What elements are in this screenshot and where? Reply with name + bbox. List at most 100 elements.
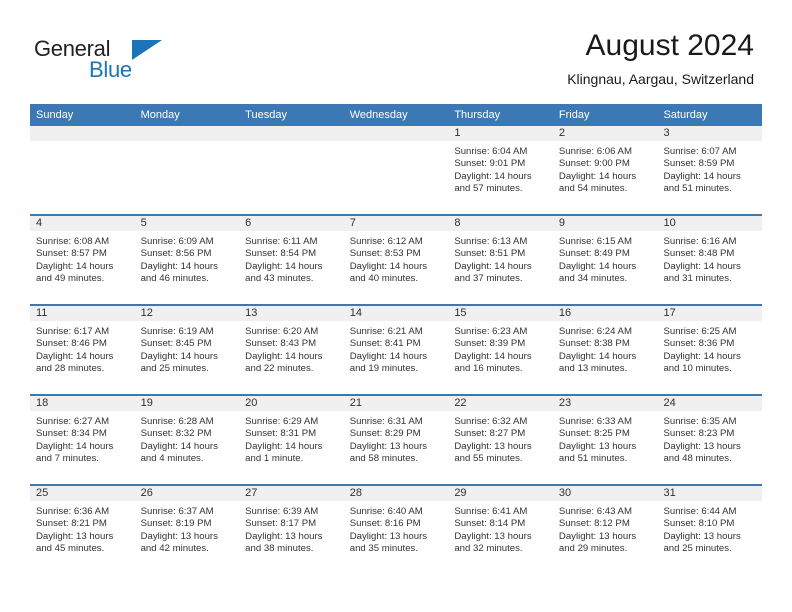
day-number-bar: 30 xyxy=(552,486,658,501)
day-number: 26 xyxy=(140,487,153,499)
daylight-text-cont: and 7 minutes. xyxy=(36,453,99,465)
calendar-day-cell[interactable]: 27 Sunrise: 6:39 AM Sunset: 8:17 PM Dayligh… xyxy=(239,486,344,574)
day-number-bar xyxy=(343,126,449,141)
daylight-text-cont: and 10 minutes. xyxy=(663,363,732,375)
calendar-day-cell[interactable]: 29 Sunrise: 6:41 AM Sunset: 8:14 PM Dayligh… xyxy=(448,486,553,574)
day-number-bar: 17 xyxy=(657,306,763,321)
sunset-text: Sunset: 8:27 PM xyxy=(454,428,526,440)
calendar-day-cell[interactable]: 19 Sunrise: 6:28 AM Sunset: 8:32 PM Dayligh… xyxy=(134,396,240,484)
sunset-text: Sunset: 8:39 PM xyxy=(454,338,526,350)
calendar-day-cell[interactable]: 28 Sunrise: 6:40 AM Sunset: 8:16 PM Dayligh… xyxy=(343,486,449,574)
daylight-text-cont: and 1 minute. xyxy=(245,453,304,465)
calendar-day-cell[interactable]: 10 Sunrise: 6:16 AM Sunset: 8:48 PM Dayligh… xyxy=(657,216,763,304)
sunrise-text: Sunrise: 6:11 AM xyxy=(245,236,318,247)
daylight-text: Daylight: 14 hours xyxy=(140,350,218,362)
sunset-text: Sunset: 8:12 PM xyxy=(558,518,630,530)
daylight-text: Daylight: 13 hours xyxy=(245,530,323,542)
calendar-day-cell[interactable]: 26 Sunrise: 6:37 AM Sunset: 8:19 PM Dayligh… xyxy=(134,486,240,574)
calendar-day-cell[interactable]: 30 Sunrise: 6:43 AM Sunset: 8:12 PM Dayligh… xyxy=(552,486,658,574)
calendar-day-cell[interactable]: 13 Sunrise: 6:20 AM Sunset: 8:43 PM Dayligh… xyxy=(239,306,344,394)
calendar-grid: Sunday Monday Tuesday Wednesday Thursday… xyxy=(30,104,763,574)
calendar-day-cell[interactable]: 2 Sunrise: 6:06 AM Sunset: 9:00 PM Daylight… xyxy=(552,126,658,214)
calendar-day-cell[interactable]: 25 Sunrise: 6:36 AM Sunset: 8:21 PM Dayligh… xyxy=(30,486,135,574)
day-details: Sunrise: 6:07 AM Sunset: 8:59 PM Daylight:… xyxy=(657,141,762,196)
sunrise-text: Sunrise: 6:06 AM xyxy=(558,146,632,157)
calendar-day-cell[interactable]: 11 Sunrise: 6:17 AM Sunset: 8:46 PM Dayligh… xyxy=(30,306,135,394)
weekday-header-tuesday: Tuesday xyxy=(245,109,287,121)
calendar-week-cells: 1 Sunrise: 6:04 AM Sunset: 9:01 PM Daylight… xyxy=(30,126,763,214)
day-details: Sunrise: 6:33 AM Sunset: 8:25 PM Daylight:… xyxy=(553,411,658,466)
day-number-bar: 20 xyxy=(239,396,344,411)
sunset-text: Sunset: 8:25 PM xyxy=(558,428,630,440)
daylight-text: Daylight: 14 hours xyxy=(245,440,323,452)
day-number-bar: 9 xyxy=(552,216,658,231)
day-number: 2 xyxy=(558,127,566,139)
daylight-text: Daylight: 13 hours xyxy=(558,440,637,452)
sunrise-text: Sunrise: 6:23 AM xyxy=(454,326,528,337)
daylight-text-cont: and 38 minutes. xyxy=(245,543,314,555)
calendar-day-cell-empty xyxy=(30,126,135,214)
sunrise-text: Sunrise: 6:40 AM xyxy=(349,506,423,517)
day-number-bar: 23 xyxy=(552,396,658,411)
sunset-text: Sunset: 8:45 PM xyxy=(140,338,212,350)
sunset-text: Sunset: 8:17 PM xyxy=(245,518,317,530)
calendar-day-cell[interactable]: 1 Sunrise: 6:04 AM Sunset: 9:01 PM Daylight… xyxy=(448,126,553,214)
daylight-text-cont: and 49 minutes. xyxy=(36,273,105,285)
day-details: Sunrise: 6:15 AM Sunset: 8:49 PM Daylight:… xyxy=(553,231,658,286)
daylight-text: Daylight: 14 hours xyxy=(36,350,114,362)
sunrise-text: Sunrise: 6:28 AM xyxy=(140,416,214,427)
daylight-text-cont: and 4 minutes. xyxy=(140,453,204,465)
day-number-bar: 14 xyxy=(343,306,449,321)
calendar-day-cell[interactable]: 24 Sunrise: 6:35 AM Sunset: 8:23 PM Dayligh… xyxy=(657,396,763,484)
day-number: 17 xyxy=(663,307,676,319)
calendar-day-cell[interactable]: 18 Sunrise: 6:27 AM Sunset: 8:34 PM Dayligh… xyxy=(30,396,135,484)
sunrise-text: Sunrise: 6:41 AM xyxy=(454,506,528,517)
daylight-text-cont: and 58 minutes. xyxy=(349,453,419,465)
day-number: 29 xyxy=(454,487,467,499)
calendar-day-cell[interactable]: 22 Sunrise: 6:32 AM Sunset: 8:27 PM Dayligh… xyxy=(448,396,553,484)
calendar-day-cell[interactable]: 5 Sunrise: 6:09 AM Sunset: 8:56 PM Daylight… xyxy=(134,216,240,304)
day-number-bar: 11 xyxy=(30,306,135,321)
sunrise-text: Sunrise: 6:43 AM xyxy=(558,506,632,517)
weekday-header-sunday: Sunday xyxy=(36,109,74,121)
calendar-day-cell[interactable]: 3 Sunrise: 6:07 AM Sunset: 8:59 PM Daylight… xyxy=(657,126,763,214)
daylight-text-cont: and 51 minutes. xyxy=(558,453,628,465)
calendar-day-cell[interactable]: 4 Sunrise: 6:08 AM Sunset: 8:57 PM Daylight… xyxy=(30,216,135,304)
day-details: Sunrise: 6:32 AM Sunset: 8:27 PM Daylight:… xyxy=(448,411,553,466)
sunrise-text: Sunrise: 6:44 AM xyxy=(663,506,737,517)
calendar-day-cell[interactable]: 20 Sunrise: 6:29 AM Sunset: 8:31 PM Dayligh… xyxy=(239,396,344,484)
sunset-text: Sunset: 9:01 PM xyxy=(454,158,526,170)
daylight-text-cont: and 31 minutes. xyxy=(663,273,732,285)
sunrise-text: Sunrise: 6:17 AM xyxy=(36,326,110,337)
day-number: 19 xyxy=(140,397,153,409)
day-number: 31 xyxy=(663,487,676,499)
day-number: 30 xyxy=(558,487,572,499)
calendar-day-cell[interactable]: 17 Sunrise: 6:25 AM Sunset: 8:36 PM Dayligh… xyxy=(657,306,763,394)
calendar-day-cell[interactable]: 8 Sunrise: 6:13 AM Sunset: 8:51 PM Daylight… xyxy=(448,216,553,304)
day-number: 13 xyxy=(245,307,258,319)
calendar-day-cell[interactable]: 21 Sunrise: 6:31 AM Sunset: 8:29 PM Dayligh… xyxy=(343,396,449,484)
day-details: Sunrise: 6:09 AM Sunset: 8:56 PM Daylight:… xyxy=(135,231,240,286)
calendar-day-cell[interactable]: 31 Sunrise: 6:44 AM Sunset: 8:10 PM Dayligh… xyxy=(657,486,763,574)
sunset-text: Sunset: 8:59 PM xyxy=(663,158,735,170)
daylight-text-cont: and 16 minutes. xyxy=(454,363,523,375)
calendar-day-cell[interactable]: 23 Sunrise: 6:33 AM Sunset: 8:25 PM Dayligh… xyxy=(552,396,658,484)
daylight-text-cont: and 35 minutes. xyxy=(349,543,419,555)
day-details: Sunrise: 6:21 AM Sunset: 8:41 PM Daylight:… xyxy=(344,321,449,376)
calendar-day-cell[interactable]: 14 Sunrise: 6:21 AM Sunset: 8:41 PM Dayligh… xyxy=(343,306,449,394)
calendar-day-cell[interactable]: 7 Sunrise: 6:12 AM Sunset: 8:53 PM Daylight… xyxy=(343,216,449,304)
calendar-day-cell[interactable]: 6 Sunrise: 6:11 AM Sunset: 8:54 PM Daylight… xyxy=(239,216,344,304)
sunrise-text: Sunrise: 6:29 AM xyxy=(245,416,319,427)
calendar-week-row: 4 Sunrise: 6:08 AM Sunset: 8:57 PM Daylight… xyxy=(30,214,763,304)
daylight-text: Daylight: 13 hours xyxy=(558,530,637,542)
sunset-text: Sunset: 8:43 PM xyxy=(245,338,317,350)
calendar-day-cell[interactable]: 15 Sunrise: 6:23 AM Sunset: 8:39 PM Dayligh… xyxy=(448,306,553,394)
calendar-day-cell[interactable]: 9 Sunrise: 6:15 AM Sunset: 8:49 PM Daylight… xyxy=(552,216,658,304)
daylight-text: Daylight: 14 hours xyxy=(454,170,532,182)
calendar-day-cell[interactable]: 12 Sunrise: 6:19 AM Sunset: 8:45 PM Dayligh… xyxy=(134,306,240,394)
daylight-text-cont: and 40 minutes. xyxy=(349,273,419,285)
day-number-bar: 16 xyxy=(552,306,658,321)
daylight-text-cont: and 57 minutes. xyxy=(454,183,523,195)
calendar-day-cell[interactable]: 16 Sunrise: 6:24 AM Sunset: 8:38 PM Dayligh… xyxy=(552,306,658,394)
day-number-bar: 15 xyxy=(448,306,553,321)
